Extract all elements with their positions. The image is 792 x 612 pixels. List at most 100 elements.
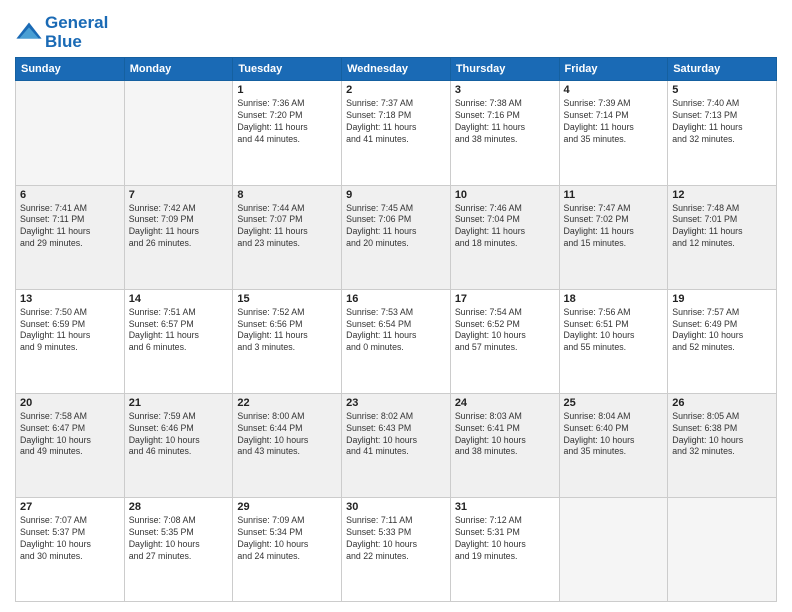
day-info: Sunrise: 7:57 AM Sunset: 6:49 PM Dayligh…: [672, 307, 772, 355]
day-info: Sunrise: 7:54 AM Sunset: 6:52 PM Dayligh…: [455, 307, 555, 355]
calendar-cell: 7 Sunrise: 7:42 AM Sunset: 7:09 PM Daylig…: [124, 185, 233, 289]
day-info: Sunrise: 7:51 AM Sunset: 6:57 PM Dayligh…: [129, 307, 229, 355]
day-number: 30: [346, 501, 446, 513]
day-number: 14: [129, 293, 229, 305]
day-info: Sunrise: 7:11 AM Sunset: 5:33 PM Dayligh…: [346, 515, 446, 563]
weekday-header-monday: Monday: [124, 58, 233, 81]
day-number: 11: [564, 189, 664, 201]
day-number: 2: [346, 84, 446, 96]
weekday-header-sunday: Sunday: [16, 58, 125, 81]
day-info: Sunrise: 7:36 AM Sunset: 7:20 PM Dayligh…: [237, 98, 337, 146]
calendar-cell: 18Sunrise: 7:56 AM Sunset: 6:51 PM Dayli…: [559, 289, 668, 393]
calendar-week-4: 20 Sunrise: 7:58 AM Sunset: 6:47 PM Dayli…: [16, 393, 777, 497]
day-number: 7: [129, 189, 229, 201]
day-info: Sunrise: 7:08 AM Sunset: 5:35 PM Dayligh…: [129, 515, 229, 563]
logo-icon: [15, 19, 43, 47]
calendar-cell: [124, 81, 233, 185]
page: General Blue SundayMondayTuesdayWednesda…: [0, 0, 792, 612]
day-number: 15: [237, 293, 337, 305]
day-number: 16: [346, 293, 446, 305]
day-info: Sunrise: 7:56 AM Sunset: 6:51 PM Dayligh…: [564, 307, 664, 355]
calendar-cell: 2 Sunrise: 7:37 AM Sunset: 7:18 PM Daylig…: [342, 81, 451, 185]
calendar-week-5: 27 Sunrise: 7:07 AM Sunset: 5:37 PM Dayli…: [16, 497, 777, 601]
calendar-cell: 31 Sunrise: 7:12 AM Sunset: 5:31 PM Dayli…: [450, 497, 559, 601]
day-number: 5: [672, 84, 772, 96]
day-info: Sunrise: 7:39 AM Sunset: 7:14 PM Dayligh…: [564, 98, 664, 146]
day-number: 31: [455, 501, 555, 513]
day-info: Sunrise: 7:58 AM Sunset: 6:47 PM Dayligh…: [20, 411, 120, 459]
calendar-cell: 25Sunrise: 8:04 AM Sunset: 6:40 PM Dayli…: [559, 393, 668, 497]
calendar-cell: 17 Sunrise: 7:54 AM Sunset: 6:52 PM Dayli…: [450, 289, 559, 393]
day-number: 3: [455, 84, 555, 96]
weekday-header-friday: Friday: [559, 58, 668, 81]
day-number: 24: [455, 397, 555, 409]
day-number: 6: [20, 189, 120, 201]
day-info: Sunrise: 7:07 AM Sunset: 5:37 PM Dayligh…: [20, 515, 120, 563]
calendar-cell: 30 Sunrise: 7:11 AM Sunset: 5:33 PM Dayli…: [342, 497, 451, 601]
calendar-cell: 24 Sunrise: 8:03 AM Sunset: 6:41 PM Dayli…: [450, 393, 559, 497]
day-info: Sunrise: 8:05 AM Sunset: 6:38 PM Dayligh…: [672, 411, 772, 459]
calendar-cell: [668, 497, 777, 601]
calendar-cell: 4 Sunrise: 7:39 AM Sunset: 7:14 PM Daylig…: [559, 81, 668, 185]
calendar-header-row: SundayMondayTuesdayWednesdayThursdayFrid…: [16, 58, 777, 81]
day-number: 17: [455, 293, 555, 305]
calendar-cell: 6 Sunrise: 7:41 AM Sunset: 7:11 PM Daylig…: [16, 185, 125, 289]
calendar-cell: 28 Sunrise: 7:08 AM Sunset: 5:35 PM Dayli…: [124, 497, 233, 601]
calendar-cell: 21Sunrise: 7:59 AM Sunset: 6:46 PM Dayli…: [124, 393, 233, 497]
calendar-cell: 29 Sunrise: 7:09 AM Sunset: 5:34 PM Dayli…: [233, 497, 342, 601]
calendar-cell: 13 Sunrise: 7:50 AM Sunset: 6:59 PM Dayli…: [16, 289, 125, 393]
day-info: Sunrise: 7:48 AM Sunset: 7:01 PM Dayligh…: [672, 203, 772, 251]
day-info: Sunrise: 7:09 AM Sunset: 5:34 PM Dayligh…: [237, 515, 337, 563]
day-number: 27: [20, 501, 120, 513]
day-info: Sunrise: 7:40 AM Sunset: 7:13 PM Dayligh…: [672, 98, 772, 146]
calendar-cell: 12 Sunrise: 7:48 AM Sunset: 7:01 PM Dayli…: [668, 185, 777, 289]
logo-text: General Blue: [45, 14, 108, 51]
day-number: 12: [672, 189, 772, 201]
day-info: Sunrise: 8:04 AM Sunset: 6:40 PM Dayligh…: [564, 411, 664, 459]
calendar-cell: 23Sunrise: 8:02 AM Sunset: 6:43 PM Dayli…: [342, 393, 451, 497]
day-number: 13: [20, 293, 120, 305]
day-info: Sunrise: 7:59 AM Sunset: 6:46 PM Dayligh…: [129, 411, 229, 459]
calendar-cell: 3 Sunrise: 7:38 AM Sunset: 7:16 PM Daylig…: [450, 81, 559, 185]
day-info: Sunrise: 7:50 AM Sunset: 6:59 PM Dayligh…: [20, 307, 120, 355]
day-info: Sunrise: 7:37 AM Sunset: 7:18 PM Dayligh…: [346, 98, 446, 146]
day-info: Sunrise: 7:52 AM Sunset: 6:56 PM Dayligh…: [237, 307, 337, 355]
calendar-cell: 5 Sunrise: 7:40 AM Sunset: 7:13 PM Daylig…: [668, 81, 777, 185]
header: General Blue: [15, 10, 777, 51]
day-info: Sunrise: 8:00 AM Sunset: 6:44 PM Dayligh…: [237, 411, 337, 459]
weekday-header-saturday: Saturday: [668, 58, 777, 81]
calendar-cell: 1 Sunrise: 7:36 AM Sunset: 7:20 PM Daylig…: [233, 81, 342, 185]
calendar-cell: 9 Sunrise: 7:45 AM Sunset: 7:06 PM Daylig…: [342, 185, 451, 289]
day-number: 1: [237, 84, 337, 96]
day-info: Sunrise: 7:45 AM Sunset: 7:06 PM Dayligh…: [346, 203, 446, 251]
calendar-week-3: 13 Sunrise: 7:50 AM Sunset: 6:59 PM Dayli…: [16, 289, 777, 393]
day-number: 22: [237, 397, 337, 409]
calendar-cell: 22 Sunrise: 8:00 AM Sunset: 6:44 PM Dayli…: [233, 393, 342, 497]
day-number: 29: [237, 501, 337, 513]
day-info: Sunrise: 7:47 AM Sunset: 7:02 PM Dayligh…: [564, 203, 664, 251]
calendar-week-2: 6 Sunrise: 7:41 AM Sunset: 7:11 PM Daylig…: [16, 185, 777, 289]
day-info: Sunrise: 7:41 AM Sunset: 7:11 PM Dayligh…: [20, 203, 120, 251]
calendar-cell: 26Sunrise: 8:05 AM Sunset: 6:38 PM Dayli…: [668, 393, 777, 497]
calendar-cell: 10Sunrise: 7:46 AM Sunset: 7:04 PM Dayli…: [450, 185, 559, 289]
day-number: 8: [237, 189, 337, 201]
day-number: 19: [672, 293, 772, 305]
day-info: Sunrise: 7:44 AM Sunset: 7:07 PM Dayligh…: [237, 203, 337, 251]
logo: General Blue: [15, 14, 108, 51]
calendar-cell: 15 Sunrise: 7:52 AM Sunset: 6:56 PM Dayli…: [233, 289, 342, 393]
day-number: 4: [564, 84, 664, 96]
day-info: Sunrise: 7:46 AM Sunset: 7:04 PM Dayligh…: [455, 203, 555, 251]
calendar-cell: 14 Sunrise: 7:51 AM Sunset: 6:57 PM Dayli…: [124, 289, 233, 393]
weekday-header-thursday: Thursday: [450, 58, 559, 81]
day-number: 9: [346, 189, 446, 201]
day-info: Sunrise: 7:38 AM Sunset: 7:16 PM Dayligh…: [455, 98, 555, 146]
calendar-table: SundayMondayTuesdayWednesdayThursdayFrid…: [15, 57, 777, 602]
day-number: 23: [346, 397, 446, 409]
day-number: 20: [20, 397, 120, 409]
calendar-cell: 19 Sunrise: 7:57 AM Sunset: 6:49 PM Dayli…: [668, 289, 777, 393]
weekday-header-tuesday: Tuesday: [233, 58, 342, 81]
day-info: Sunrise: 7:12 AM Sunset: 5:31 PM Dayligh…: [455, 515, 555, 563]
day-info: Sunrise: 8:03 AM Sunset: 6:41 PM Dayligh…: [455, 411, 555, 459]
day-number: 28: [129, 501, 229, 513]
day-info: Sunrise: 7:42 AM Sunset: 7:09 PM Dayligh…: [129, 203, 229, 251]
